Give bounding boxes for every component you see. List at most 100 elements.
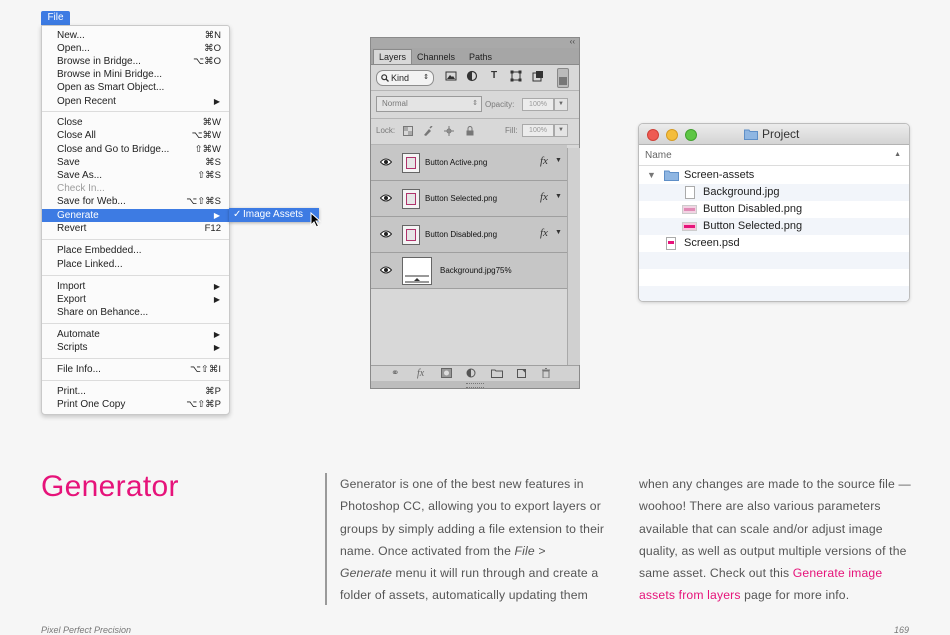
menu-item-new[interactable]: New... ⌘N	[42, 29, 229, 42]
mask-icon[interactable]	[441, 368, 452, 381]
lock-position-icon[interactable]	[444, 126, 454, 136]
blend-mode-select[interactable]: Normal ⇕	[376, 96, 482, 112]
menu-item-open[interactable]: Open... ⌘O	[42, 42, 229, 55]
menu-item-import[interactable]: Import ▶	[42, 280, 229, 293]
collapse-icon[interactable]: ‹‹	[570, 37, 575, 46]
layer-name: Button Active.png	[425, 158, 488, 167]
lock-transparent-icon[interactable]	[403, 126, 413, 136]
menu-item-close-all[interactable]: Close All ⌥⌘W	[42, 129, 229, 142]
lock-pixels-icon[interactable]	[423, 125, 433, 136]
tab-paths[interactable]: Paths	[464, 50, 497, 64]
menu-item-place-embedded[interactable]: Place Embedded...	[42, 244, 229, 257]
menu-item-save[interactable]: Save ⌘S	[42, 156, 229, 169]
menu-separator	[42, 323, 229, 324]
menu-item-open-recent[interactable]: Open Recent ▶	[42, 95, 229, 108]
expand-arrow-icon[interactable]: ▼	[555, 193, 562, 200]
layer-row[interactable]: Background.jpg75%	[371, 253, 567, 289]
submenu-arrow-icon: ▶	[213, 211, 220, 220]
menu-item-browse-in-mini-bridge[interactable]: Browse in Mini Bridge...	[42, 68, 229, 81]
menu-separator	[42, 239, 229, 240]
filter-type-icon[interactable]: T	[488, 70, 500, 82]
submenu-item-image-assets[interactable]: ✓ Image Assets	[229, 208, 319, 222]
fx-icon[interactable]: fx	[540, 191, 548, 203]
menu-item-close[interactable]: Close ⌘W	[42, 116, 229, 129]
adjustment-layer-icon[interactable]	[466, 368, 477, 381]
panel-bottom-bar: ⚭ fx	[371, 365, 579, 382]
layer-thumbnail	[402, 225, 420, 245]
zoom-button[interactable]	[685, 129, 697, 141]
layer-row[interactable]: Button Selected.png fx ▼	[371, 181, 567, 217]
menu-item-place-linked[interactable]: Place Linked...	[42, 258, 229, 271]
eye-icon[interactable]	[380, 157, 392, 167]
fx-icon[interactable]: fx	[540, 227, 548, 239]
tab-layers[interactable]: Layers	[373, 49, 413, 64]
menu-item-print-one-copy[interactable]: Print One Copy ⌥⇧⌘P	[42, 398, 229, 411]
menu-separator	[42, 380, 229, 381]
menu-item-browse-in-bridge[interactable]: Browse in Bridge... ⌥⌘O	[42, 55, 229, 68]
updown-arrow-icon: ⇕	[423, 74, 429, 81]
menu-item-open-as-smart-object[interactable]: Open as Smart Object...	[42, 81, 229, 94]
layer-thumbnail	[402, 153, 420, 173]
menu-item-export[interactable]: Export ▶	[42, 293, 229, 306]
opacity-dropdown-icon[interactable]: ▼	[554, 98, 568, 111]
fx-icon[interactable]: fx	[540, 155, 548, 167]
new-group-icon[interactable]	[491, 368, 503, 381]
list-item[interactable]: ▼ Screen-assets	[639, 167, 909, 184]
list-item[interactable]: Background.jpg	[639, 184, 909, 201]
folder-icon	[664, 170, 679, 181]
menu-item-print[interactable]: Print... ⌘P	[42, 385, 229, 398]
expand-arrow-icon[interactable]: ▼	[555, 229, 562, 236]
layer-row[interactable]: Button Disabled.png fx ▼	[371, 217, 567, 253]
tab-channels[interactable]: Channels	[412, 50, 460, 64]
menu-item-revert[interactable]: Revert F12	[42, 222, 229, 235]
eye-icon[interactable]	[380, 229, 392, 239]
filter-shape-icon[interactable]	[510, 70, 522, 82]
updown-arrow-icon: ⇕	[472, 100, 478, 107]
list-item[interactable]: Button Selected.png	[639, 218, 909, 235]
menu-item-generate[interactable]: Generate ▶	[42, 209, 229, 222]
disclosure-triangle-icon[interactable]: ▼	[647, 167, 656, 184]
file-menu: New... ⌘N Open... ⌘O Browse in Bridge... ⌥⌘…	[41, 25, 230, 415]
menu-item-automate[interactable]: Automate ▶	[42, 328, 229, 341]
filter-smart-object-icon[interactable]	[532, 70, 544, 82]
close-button[interactable]	[647, 129, 659, 141]
filter-kind-select[interactable]: Kind ⇕	[376, 70, 434, 86]
list-item[interactable]: Button Disabled.png	[639, 201, 909, 218]
layers-scrollbar[interactable]	[567, 148, 580, 365]
eye-icon[interactable]	[380, 265, 392, 275]
menu-item-close-and-go-to-bridge[interactable]: Close and Go to Bridge... ⇧⌘W	[42, 143, 229, 156]
column-header[interactable]: Name ▲	[639, 145, 909, 166]
link-icon[interactable]: ⚭	[391, 368, 399, 379]
menu-item-save-as[interactable]: Save As... ⇧⌘S	[42, 169, 229, 182]
running-footer: Pixel Perfect Precision	[41, 625, 132, 635]
file-menu-title[interactable]: File	[41, 11, 70, 25]
fx-add-icon[interactable]: fx	[417, 368, 424, 379]
minimize-button[interactable]	[666, 129, 678, 141]
trash-icon[interactable]	[541, 368, 551, 381]
menu-item-share-on-behance[interactable]: Share on Behance...	[42, 306, 229, 319]
layer-name: Button Disabled.png	[425, 230, 498, 239]
search-icon	[381, 74, 389, 82]
filter-pixel-icon[interactable]	[445, 70, 457, 82]
filter-adjustment-icon[interactable]	[466, 70, 478, 82]
fill-input[interactable]: 100%	[522, 124, 554, 137]
layer-row[interactable]: Button Active.png fx ▼	[371, 145, 567, 181]
new-layer-icon[interactable]	[516, 368, 527, 381]
document-icon	[685, 186, 695, 199]
image-file-icon	[682, 222, 697, 231]
filter-toggle[interactable]	[557, 68, 569, 88]
body-column-2: when any changes are made to the source …	[639, 477, 911, 603]
menu-item-scripts[interactable]: Scripts ▶	[42, 341, 229, 354]
submenu-arrow-icon: ▶	[213, 330, 220, 339]
menu-item-save-for-web[interactable]: Save for Web... ⌥⇧⌘S	[42, 195, 229, 208]
lock-all-icon[interactable]	[465, 126, 475, 136]
list-item[interactable]: Screen.psd	[639, 235, 909, 252]
expand-arrow-icon[interactable]: ▼	[555, 157, 562, 164]
opacity-input[interactable]: 100%	[522, 98, 554, 111]
body-column-1: Generator is one of the best new feature…	[340, 477, 605, 603]
eye-icon[interactable]	[380, 193, 392, 203]
fill-dropdown-icon[interactable]: ▼	[554, 124, 568, 137]
resize-grip[interactable]	[371, 381, 579, 388]
menu-item-file-info[interactable]: File Info... ⌥⇧⌘I	[42, 363, 229, 376]
item-name: Screen.psd	[684, 237, 740, 249]
